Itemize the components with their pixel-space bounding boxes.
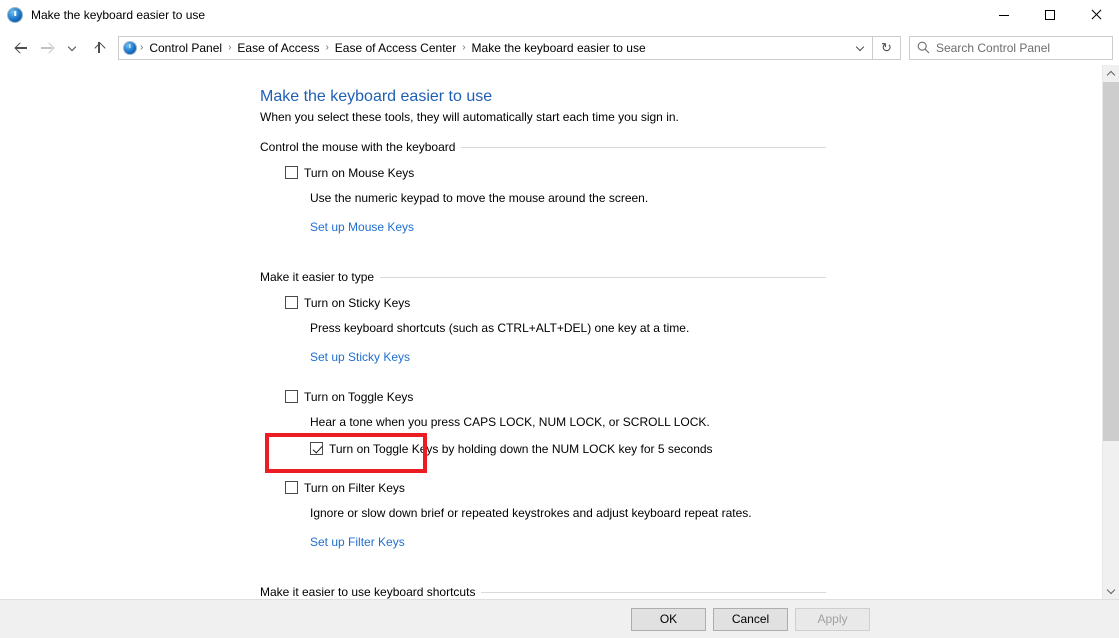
checkbox-label-toggle-keys-numlock: Turn on Toggle Keys by holding down the … [329,441,713,456]
group-divider [481,591,826,593]
group-heading-label: Make it easier to use keyboard shortcuts [260,585,476,599]
breadcrumb-item-ease-of-access-center[interactable]: Ease of Access Center [330,39,461,57]
arrow-up-icon [92,40,107,55]
close-button[interactable] [1073,0,1119,30]
group-heading-label: Make it easier to type [260,270,375,284]
up-button[interactable] [86,35,112,61]
group-easier-to-type: Make it easier to type Turn on Sticky Ke… [260,270,826,549]
vertical-scrollbar[interactable] [1102,65,1119,599]
address-dropdown-button[interactable] [850,37,872,59]
forward-button[interactable] [34,35,60,61]
window-controls [981,0,1119,30]
scroll-up-button[interactable] [1103,65,1119,82]
address-bar[interactable]: › Control Panel › Ease of Access › Ease … [118,35,873,60]
title-bar: Make the keyboard easier to use [0,0,1119,30]
settings-panel: Make the keyboard easier to use When you… [0,65,1102,599]
arrow-right-icon [40,40,55,55]
checkbox-row-toggle-keys-numlock[interactable]: Turn on Toggle Keys by holding down the … [260,438,826,459]
checkbox-row-toggle-keys[interactable]: Turn on Toggle Keys [260,386,826,407]
cancel-button[interactable]: Cancel [713,607,788,631]
recent-pages-button[interactable] [60,35,86,61]
checkbox-filter-keys[interactable] [285,481,298,494]
page-title: Make the keyboard easier to use [260,88,493,105]
chevron-up-icon [1108,70,1115,77]
dialog-footer: OK Cancel Apply [0,599,1119,638]
group-divider [380,276,826,278]
maximize-icon [1045,10,1055,20]
breadcrumb-item-current[interactable]: Make the keyboard easier to use [467,39,651,57]
breadcrumb: › Control Panel › Ease of Access › Ease … [119,39,850,57]
scrollbar-thumb[interactable] [1103,82,1119,441]
content-area: Make the keyboard easier to use When you… [0,65,1119,599]
checkbox-label-toggle-keys: Turn on Toggle Keys [304,389,414,404]
minimize-icon [999,14,1009,16]
checkbox-mouse-keys[interactable] [285,166,298,179]
group-keyboard-shortcuts: Make it easier to use keyboard shortcuts… [260,585,826,599]
ok-button[interactable]: OK [631,607,706,631]
group-mouse-keys: Control the mouse with the keyboard Turn… [260,140,826,234]
link-set-up-mouse-keys[interactable]: Set up Mouse Keys [260,220,414,234]
search-icon [910,41,936,54]
checkbox-label-sticky-keys: Turn on Sticky Keys [304,295,411,310]
breadcrumb-home-icon[interactable] [123,40,137,55]
checkbox-row-filter-keys[interactable]: Turn on Filter Keys [260,477,826,498]
group-divider [461,146,826,148]
maximize-button[interactable] [1027,0,1073,30]
chevron-down-icon [1108,587,1115,594]
navigation-bar: › Control Panel › Ease of Access › Ease … [0,30,1119,65]
ease-of-access-icon [7,7,23,23]
checkbox-row-sticky-keys[interactable]: Turn on Sticky Keys [260,292,826,313]
breadcrumb-item-control-panel[interactable]: Control Panel [144,39,227,57]
page-subtitle: When you select these tools, they will a… [260,110,679,124]
breadcrumb-item-ease-of-access[interactable]: Ease of Access [232,39,324,57]
group-heading-label: Control the mouse with the keyboard [260,140,456,154]
checkbox-toggle-keys[interactable] [285,390,298,403]
search-box[interactable]: Search Control Panel [909,35,1113,60]
checkbox-toggle-keys-numlock[interactable] [310,442,323,455]
chevron-down-icon [857,44,865,52]
window-title: Make the keyboard easier to use [31,8,206,22]
scroll-down-button[interactable] [1103,582,1119,599]
refresh-button[interactable]: ↻ [873,35,901,60]
link-set-up-sticky-keys[interactable]: Set up Sticky Keys [260,350,410,364]
search-input[interactable]: Search Control Panel [936,41,1050,55]
settings-page: Make the keyboard easier to use When you… [0,65,1102,599]
chevron-down-icon [69,44,77,52]
description-sticky-keys: Press keyboard shortcuts (such as CTRL+A… [310,321,690,335]
group-heading-easier-to-type: Make it easier to type [260,270,826,284]
checkbox-sticky-keys[interactable] [285,296,298,309]
minimize-button[interactable] [981,0,1027,30]
group-heading-keyboard-shortcuts: Make it easier to use keyboard shortcuts [260,585,826,599]
description-mouse-keys: Use the numeric keypad to move the mouse… [310,191,649,205]
description-filter-keys: Ignore or slow down brief or repeated ke… [310,506,752,520]
refresh-icon: ↻ [881,39,892,55]
description-toggle-keys: Hear a tone when you press CAPS LOCK, NU… [310,415,710,429]
group-heading-mouse-keys: Control the mouse with the keyboard [260,140,826,154]
checkbox-row-mouse-keys[interactable]: Turn on Mouse Keys [260,162,826,183]
back-button[interactable] [8,35,34,61]
apply-button: Apply [795,607,870,631]
link-set-up-filter-keys[interactable]: Set up Filter Keys [260,535,405,549]
checkbox-label-filter-keys: Turn on Filter Keys [304,480,405,495]
checkbox-label-mouse-keys: Turn on Mouse Keys [304,165,415,180]
close-icon [1090,9,1102,21]
arrow-left-icon [14,40,29,55]
